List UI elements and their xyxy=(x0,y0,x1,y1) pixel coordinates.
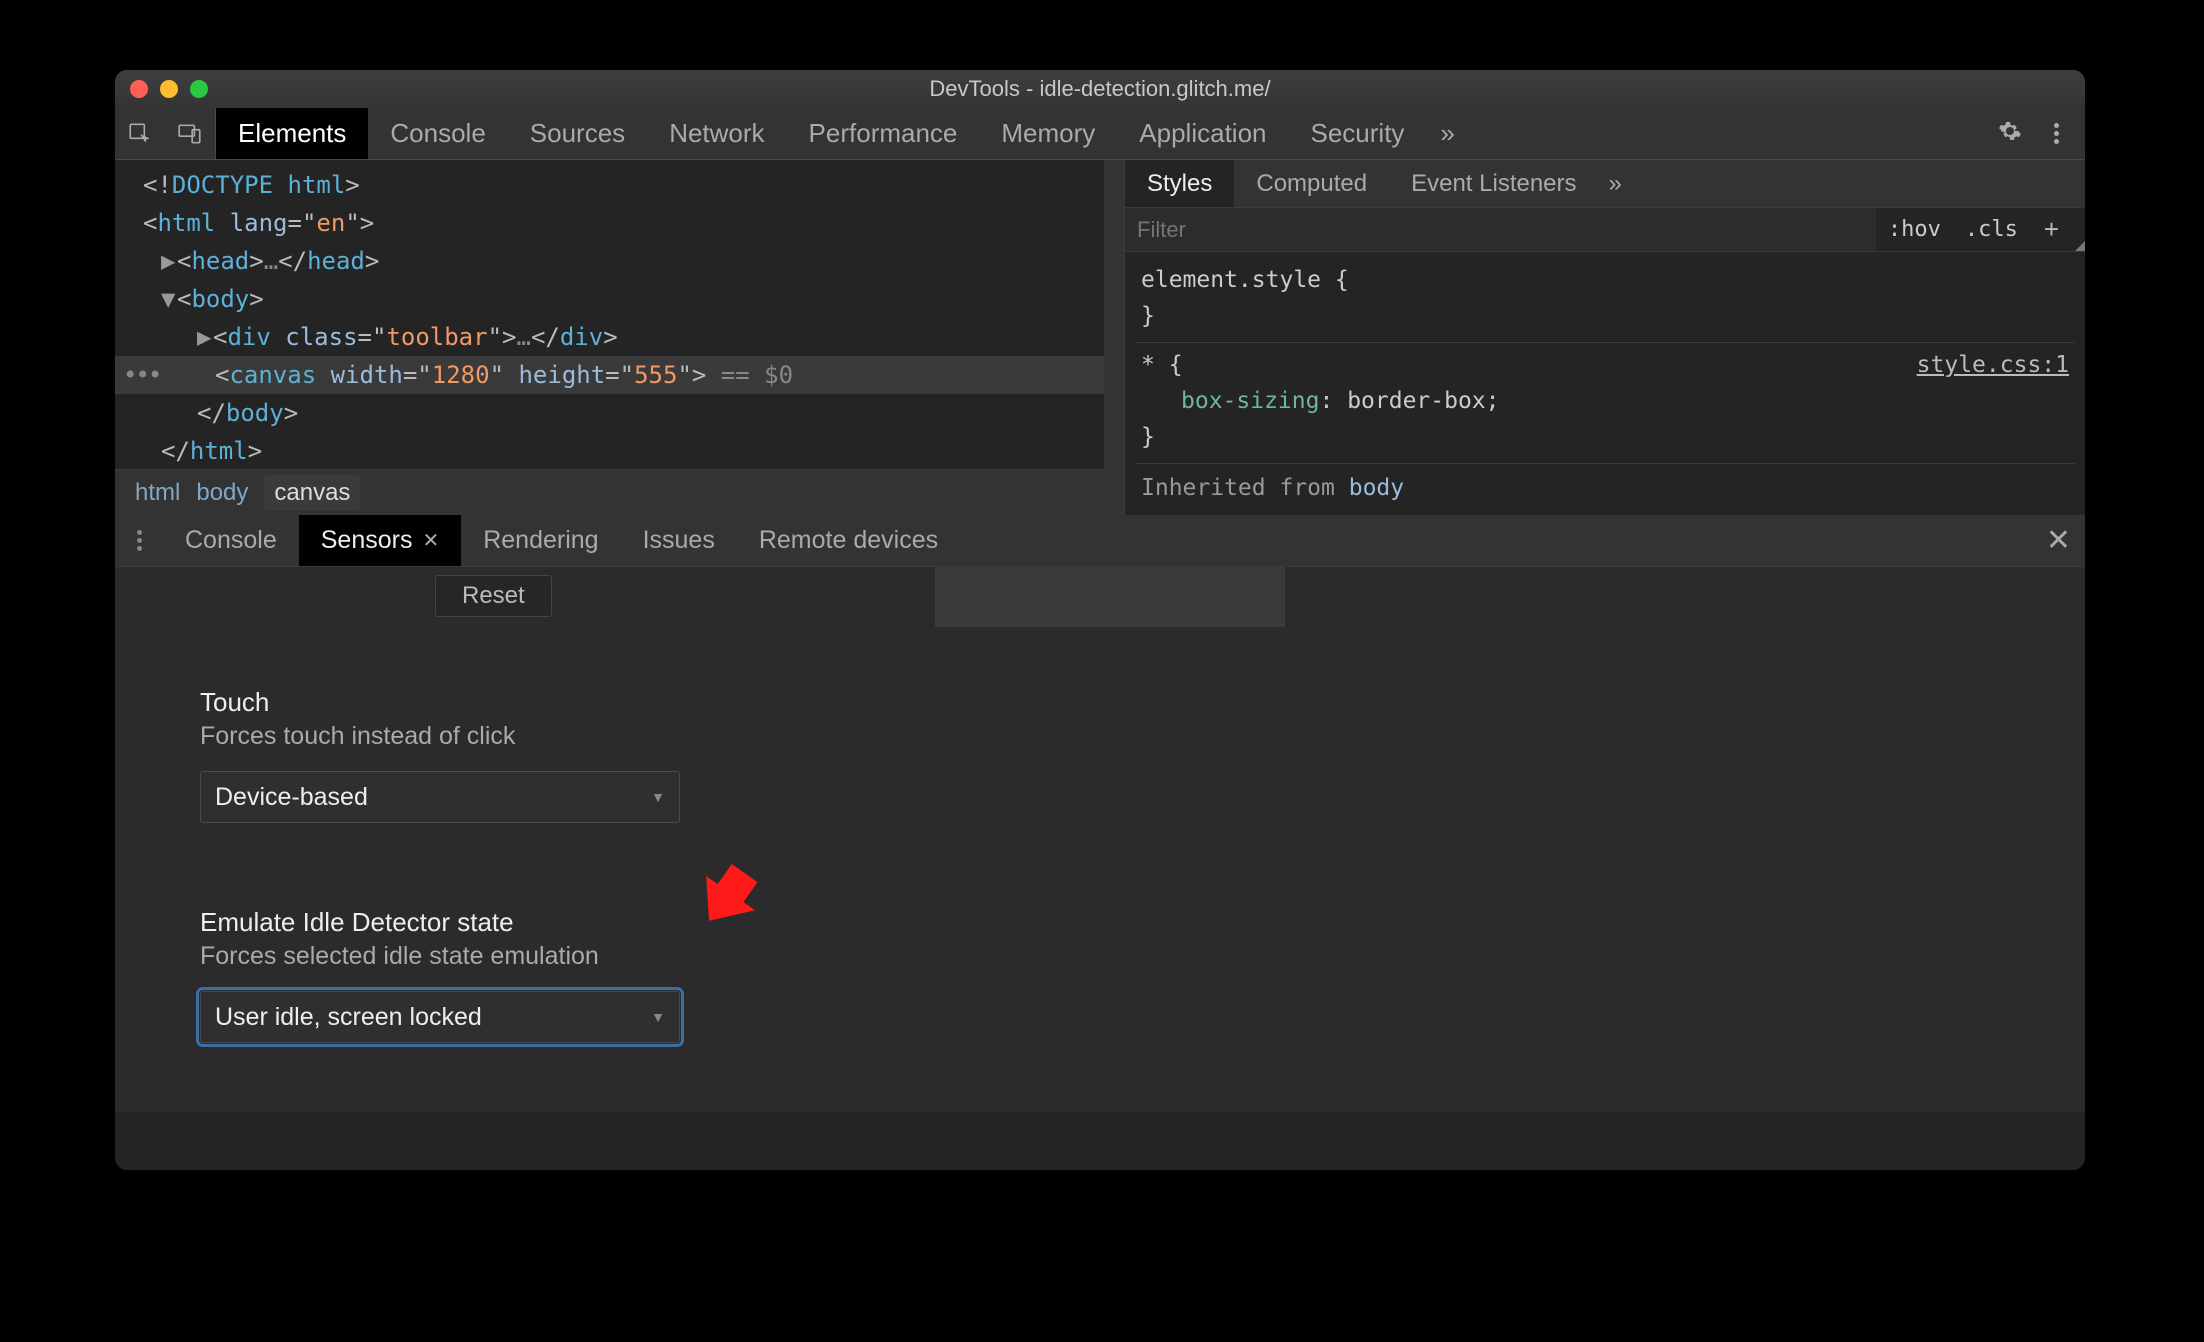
touch-section: Touch Forces touch instead of click Devi… xyxy=(200,687,680,823)
window-title: DevTools - idle-detection.glitch.me/ xyxy=(115,76,2085,102)
tab-sources[interactable]: Sources xyxy=(508,108,647,159)
styles-tabs-overflow-icon[interactable]: » xyxy=(1599,160,1632,207)
styles-tab-computed[interactable]: Computed xyxy=(1234,160,1389,207)
styles-tab-eventlisteners[interactable]: Event Listeners xyxy=(1389,160,1598,207)
traffic-lights xyxy=(115,80,208,98)
drawer-tabbar: Console Sensors✕ Rendering Issues Remote… xyxy=(115,515,2085,567)
touch-select[interactable]: Device-based ▼ xyxy=(200,771,680,823)
tab-elements[interactable]: Elements xyxy=(216,108,368,159)
touch-subtitle: Forces touch instead of click xyxy=(200,722,680,751)
crumb-html[interactable]: html xyxy=(135,479,180,507)
tab-performance[interactable]: Performance xyxy=(787,108,980,159)
main-menu-kebab-icon[interactable] xyxy=(2033,123,2079,144)
styles-panel: Styles Computed Event Listeners » :hov .… xyxy=(1125,160,2085,515)
idle-subtitle: Forces selected idle state emulation xyxy=(200,942,680,971)
idle-select-value: User idle, screen locked xyxy=(215,1003,482,1032)
new-style-rule-icon[interactable]: + xyxy=(2030,214,2073,245)
styles-tab-styles[interactable]: Styles xyxy=(1125,160,1234,207)
cls-toggle[interactable]: .cls xyxy=(1953,217,2030,242)
red-arrow-annotation-icon xyxy=(695,857,765,937)
devtools-window: DevTools - idle-detection.glitch.me/ Ele… xyxy=(115,70,2085,1170)
drawer-tab-sensors[interactable]: Sensors✕ xyxy=(299,515,461,566)
idle-section: Emulate Idle Detector state Forces selec… xyxy=(200,907,680,1043)
selected-var: == $0 xyxy=(706,361,793,389)
drawer-tab-console[interactable]: Console xyxy=(163,515,299,566)
dom-tree[interactable]: <!DOCTYPE html> <html lang="en"> ▶<head>… xyxy=(115,160,1124,476)
tabs-overflow-icon[interactable]: » xyxy=(1426,108,1468,159)
touch-select-value: Device-based xyxy=(215,783,368,812)
crumb-body[interactable]: body xyxy=(196,479,248,507)
settings-gear-icon[interactable] xyxy=(1987,118,2033,150)
drawer-close-icon[interactable]: ✕ xyxy=(2046,523,2071,558)
tab-network[interactable]: Network xyxy=(647,108,786,159)
inherited-from-label: Inherited from body xyxy=(1135,464,2075,506)
close-window-icon[interactable] xyxy=(130,80,148,98)
titlebar: DevTools - idle-detection.glitch.me/ xyxy=(115,70,2085,108)
main-toolbar: Elements Console Sources Network Perform… xyxy=(115,108,2085,160)
drawer-tab-issues[interactable]: Issues xyxy=(621,515,737,566)
css-block-element-style[interactable]: element.style { } xyxy=(1135,258,2075,343)
idle-title: Emulate Idle Detector state xyxy=(200,907,680,938)
device-toggle-icon[interactable] xyxy=(165,108,215,159)
hov-toggle[interactable]: :hov xyxy=(1876,217,1953,242)
toolbar-right xyxy=(1987,118,2085,150)
dom-tree-panel[interactable]: <!DOCTYPE html> <html lang="en"> ▶<head>… xyxy=(115,160,1125,515)
zoom-window-icon[interactable] xyxy=(190,80,208,98)
chevron-down-icon: ▼ xyxy=(651,1009,665,1025)
tab-console[interactable]: Console xyxy=(368,108,507,159)
drawer-menu-kebab-icon[interactable] xyxy=(115,530,163,551)
dom-breadcrumbs: html body canvas xyxy=(115,469,1124,515)
styles-filter-input[interactable] xyxy=(1125,208,1876,251)
minimize-window-icon[interactable] xyxy=(160,80,178,98)
reset-button[interactable]: Reset xyxy=(435,575,552,617)
drawer-body[interactable]: Reset Touch Forces touch instead of clic… xyxy=(115,567,2085,1112)
close-tab-icon[interactable]: ✕ xyxy=(422,528,439,553)
decorative-panel xyxy=(935,567,1285,627)
styles-tabbar: Styles Computed Event Listeners » xyxy=(1125,160,2085,208)
drawer-tab-remote-devices[interactable]: Remote devices xyxy=(737,515,960,566)
inspect-element-icon[interactable] xyxy=(115,108,165,159)
drawer-tab-rendering[interactable]: Rendering xyxy=(461,515,620,566)
tab-security[interactable]: Security xyxy=(1289,108,1427,159)
chevron-down-icon: ▼ xyxy=(651,789,665,805)
css-source-link[interactable]: style.css:1 xyxy=(1917,347,2069,383)
touch-title: Touch xyxy=(200,687,680,718)
tab-memory[interactable]: Memory xyxy=(979,108,1117,159)
css-rules[interactable]: element.style { } * {style.css:1 box-siz… xyxy=(1125,252,2085,512)
styles-filter-row: :hov .cls + xyxy=(1125,208,2085,252)
css-block-star[interactable]: * {style.css:1 box-sizing: border-box; } xyxy=(1135,343,2075,464)
idle-select[interactable]: User idle, screen locked ▼ xyxy=(200,991,680,1043)
tab-application[interactable]: Application xyxy=(1117,108,1288,159)
drawer: Console Sensors✕ Rendering Issues Remote… xyxy=(115,515,2085,1112)
mid-row: <!DOCTYPE html> <html lang="en"> ▶<head>… xyxy=(115,160,2085,515)
selected-dom-node[interactable]: <canvas width="1280" height="555"> == $0 xyxy=(115,356,1124,394)
dom-scrollbar[interactable] xyxy=(1104,160,1124,515)
crumb-canvas[interactable]: canvas xyxy=(264,475,360,511)
